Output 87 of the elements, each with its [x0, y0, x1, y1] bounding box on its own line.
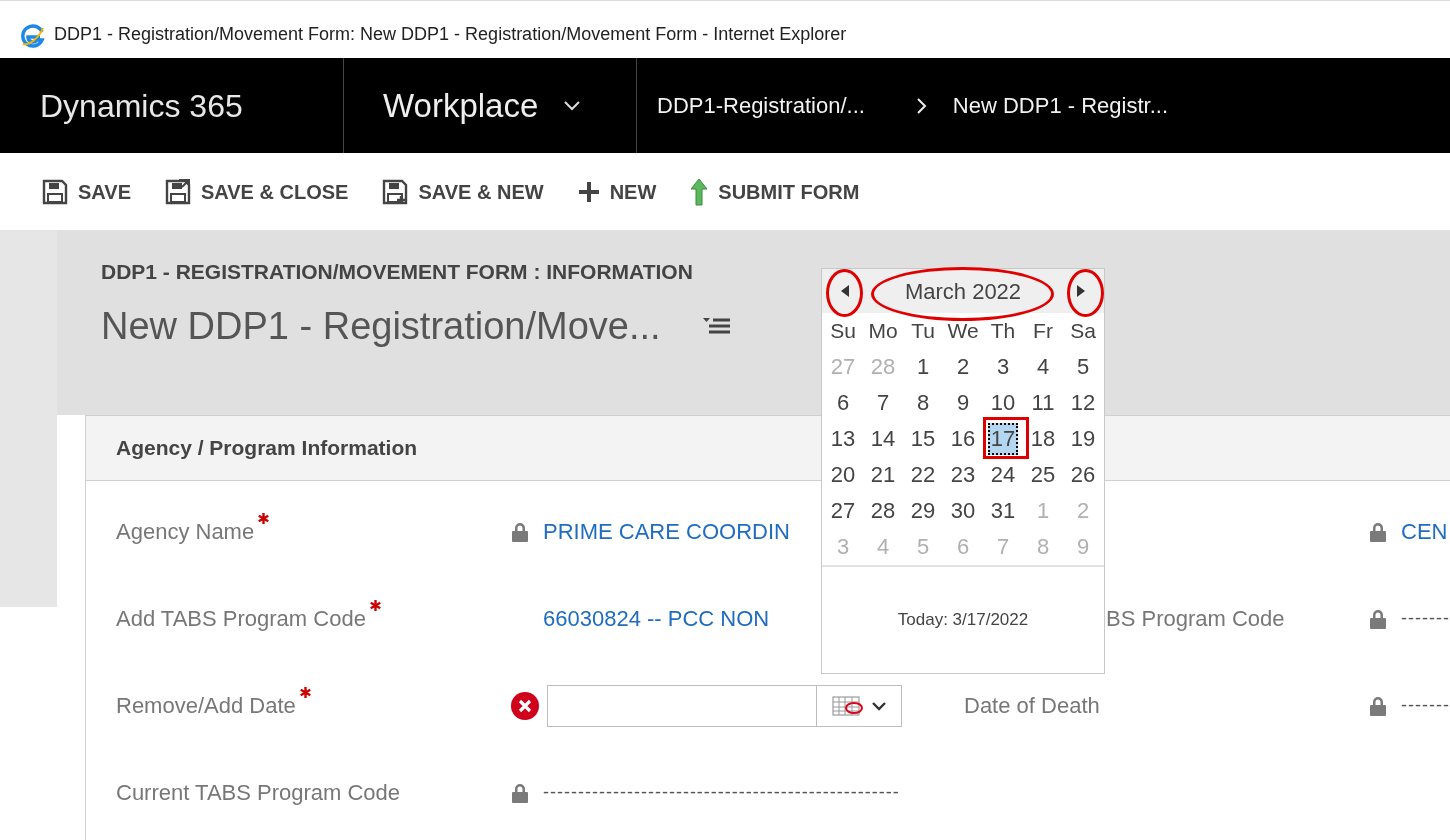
calendar-day[interactable]: 2 [953, 353, 973, 381]
field-label: BS Program Code [1106, 606, 1285, 631]
calendar-day[interactable]: 24 [987, 461, 1019, 489]
calendar-day[interactable]: 29 [907, 497, 939, 525]
calendar-day[interactable]: 16 [947, 425, 979, 453]
field-value: ------- [1401, 694, 1450, 717]
annotation-ellipse [1067, 269, 1104, 317]
calendar-day[interactable]: 10 [987, 389, 1019, 417]
calendar-icon [832, 695, 864, 716]
field-value: --------------------------------------------------- [543, 781, 900, 804]
calendar-day[interactable]: 27 [827, 497, 859, 525]
calendar-day[interactable]: 15 [907, 425, 939, 453]
command-button[interactable]: NEW [577, 176, 657, 207]
command-button[interactable]: SAVE & NEW [382, 176, 544, 207]
menu-icon[interactable] [702, 316, 731, 336]
calendar-day[interactable]: 11 [1028, 389, 1058, 417]
field-label: Date of Death [964, 693, 1100, 718]
field-value: ------- [1401, 607, 1450, 630]
lookup-link[interactable]: 66030824 -- PCC NON [543, 602, 770, 635]
lock-icon [1369, 608, 1387, 629]
calendar-day[interactable]: 18 [1027, 425, 1059, 453]
annotation-rectangle [983, 417, 1029, 459]
entity-name: DDP1 - REGISTRATION/MOVEMENT FORM : INFORMATION [101, 259, 693, 285]
calendar-day[interactable]: 31 [987, 497, 1019, 525]
field-label: Add TABS Program Code [116, 605, 366, 633]
calendar-day[interactable]: 4 [1033, 353, 1053, 381]
triangle-right-icon [1077, 285, 1085, 297]
save-icon [42, 178, 68, 205]
calendar-day[interactable]: 12 [1067, 389, 1099, 417]
lock-icon [511, 782, 529, 803]
weekday-label: Th [989, 318, 1017, 345]
calendar-day[interactable]: 22 [907, 461, 939, 489]
calendar-day[interactable]: 14 [867, 425, 899, 453]
weekday-label: Fr [1032, 318, 1054, 345]
weekday-label: Mo [867, 318, 899, 345]
weekday-label: Su [829, 318, 857, 345]
calendar-day[interactable]: 21 [867, 461, 899, 489]
window-title: DDP1 - Registration/Movement Form: New DDP1 - Registration/Movement Form - Internet Explorer [54, 23, 847, 46]
calendar-day[interactable]: 9 [953, 389, 973, 417]
chevron-right-icon [916, 97, 927, 114]
command-button[interactable]: SUBMIT FORM [690, 176, 860, 207]
chevron-down-icon [872, 700, 886, 711]
weekday-label: We [946, 318, 980, 345]
section-title: Agency / Program Information [116, 435, 418, 462]
date-input-field[interactable] [547, 684, 817, 727]
calendar-day[interactable]: 20 [827, 461, 859, 489]
calendar-day[interactable]: 8 [913, 389, 933, 417]
app-name[interactable]: Dynamics 365 [40, 81, 243, 130]
calendar-day[interactable]: 28 [867, 497, 899, 525]
weekday-label: Tu [910, 318, 936, 345]
calendar-day[interactable]: 7 [873, 389, 893, 417]
lock-icon [1369, 521, 1387, 542]
calendar-day[interactable]: 13 [827, 425, 859, 453]
calendar-day[interactable]: 23 [947, 461, 979, 489]
breadcrumb-link[interactable]: DDP1-Registration/... [657, 89, 865, 122]
calendar-day[interactable]: 5 [1073, 353, 1093, 381]
record-title: New DDP1 - Registration/Move... [101, 303, 661, 349]
field-label: Current TABS Program Code [116, 779, 401, 807]
breadcrumb-link[interactable]: New DDP1 - Registr... [952, 89, 1169, 122]
calendar-day[interactable]: 3 [993, 353, 1013, 381]
field-label: Remove/Add Date [116, 692, 296, 720]
area-menu[interactable]: Workplace [344, 58, 637, 153]
calendar-day[interactable]: 30 [947, 497, 979, 525]
calendar-day[interactable]: 17 [987, 423, 1019, 455]
lock-icon [511, 521, 529, 542]
lookup-link[interactable]: CEN [1401, 515, 1448, 548]
up-arrow-icon [690, 177, 709, 206]
field-label: Agency Name [116, 518, 255, 546]
chevron-down-icon [564, 100, 581, 111]
triangle-left-icon [841, 285, 849, 297]
annotation-ellipse [826, 269, 863, 317]
command-button[interactable]: SAVE & CLOSE [165, 176, 349, 207]
browser-logo-icon [20, 21, 46, 48]
calendar-day[interactable]: 1 [913, 353, 933, 381]
weekday-label: Sa [1069, 318, 1097, 345]
save-close-icon [165, 178, 191, 205]
lock-icon [1369, 695, 1387, 716]
calendar-day[interactable]: 25 [1027, 461, 1059, 489]
calendar-day[interactable]: 19 [1067, 425, 1099, 453]
command-button[interactable]: SAVE [42, 176, 131, 207]
lookup-link[interactable]: PRIME CARE COORDIN [543, 515, 790, 548]
calendar-button[interactable] [817, 684, 902, 727]
calendar-day[interactable]: 6 [833, 389, 853, 417]
today-link[interactable]: Today: 3/17/2022 [897, 607, 1029, 633]
calendar-day[interactable]: 26 [1067, 461, 1099, 489]
save-new-icon [382, 178, 409, 205]
plus-icon [577, 180, 600, 203]
